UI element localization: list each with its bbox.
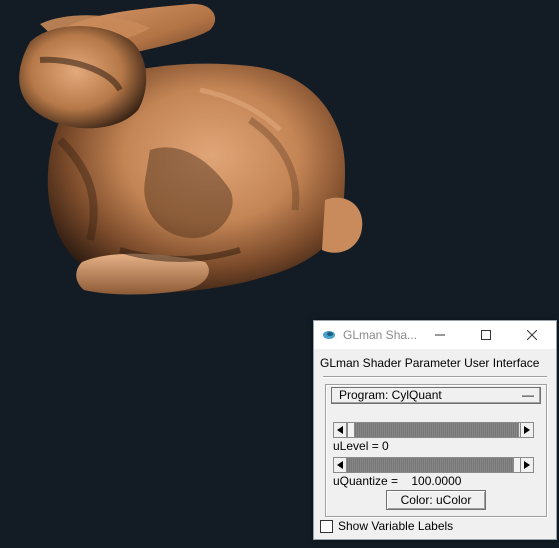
ulevel-decrement-button[interactable]: [334, 423, 347, 437]
show-variable-labels-label[interactable]: Show Variable Labels: [338, 519, 453, 533]
collapse-icon[interactable]: —: [522, 388, 534, 402]
arrow-left-icon: [337, 426, 343, 434]
program-group: Program: CylQuant — uLevel = 0 uQuantize…: [325, 384, 547, 517]
ulevel-increment-button[interactable]: [520, 423, 533, 437]
uquantize-decrement-button[interactable]: [334, 458, 347, 472]
close-button[interactable]: [509, 321, 555, 349]
maximize-button[interactable]: [463, 321, 509, 349]
program-rollout[interactable]: Program: CylQuant —: [331, 387, 541, 404]
ulevel-track[interactable]: [347, 423, 519, 437]
uquantize-label: uQuantize = 100.0000: [333, 474, 462, 488]
ulevel-slider[interactable]: [333, 422, 534, 438]
minimize-button[interactable]: [417, 321, 463, 349]
color-ucolor-button[interactable]: Color: uColor: [386, 490, 486, 510]
glman-parameter-window: GLman Sha... GLman Shader Parameter User…: [313, 320, 557, 540]
heading-divider: [323, 376, 547, 378]
program-label: Program: CylQuant: [339, 388, 442, 402]
maximize-icon: [481, 330, 491, 340]
arrow-right-icon: [524, 426, 530, 434]
arrow-left-icon: [337, 461, 343, 469]
panel-heading: GLman Shader Parameter User Interface: [320, 356, 540, 370]
show-variable-labels-row[interactable]: Show Variable Labels: [320, 519, 453, 533]
render-viewport[interactable]: GLman Sha... GLman Shader Parameter User…: [0, 0, 559, 548]
show-variable-labels-checkbox[interactable]: [320, 519, 333, 533]
ulevel-thumb[interactable]: [347, 423, 355, 437]
window-titlebar[interactable]: GLman Sha...: [314, 321, 556, 349]
minimize-icon: [435, 334, 445, 336]
arrow-right-icon: [524, 461, 530, 469]
close-icon: [527, 330, 537, 340]
ulevel-label: uLevel = 0: [333, 439, 389, 453]
window-title: GLman Sha...: [343, 328, 418, 342]
uquantize-increment-button[interactable]: [520, 458, 533, 472]
uquantize-track[interactable]: [347, 458, 519, 472]
uquantize-slider[interactable]: [333, 457, 534, 473]
glman-app-icon: [323, 331, 335, 339]
